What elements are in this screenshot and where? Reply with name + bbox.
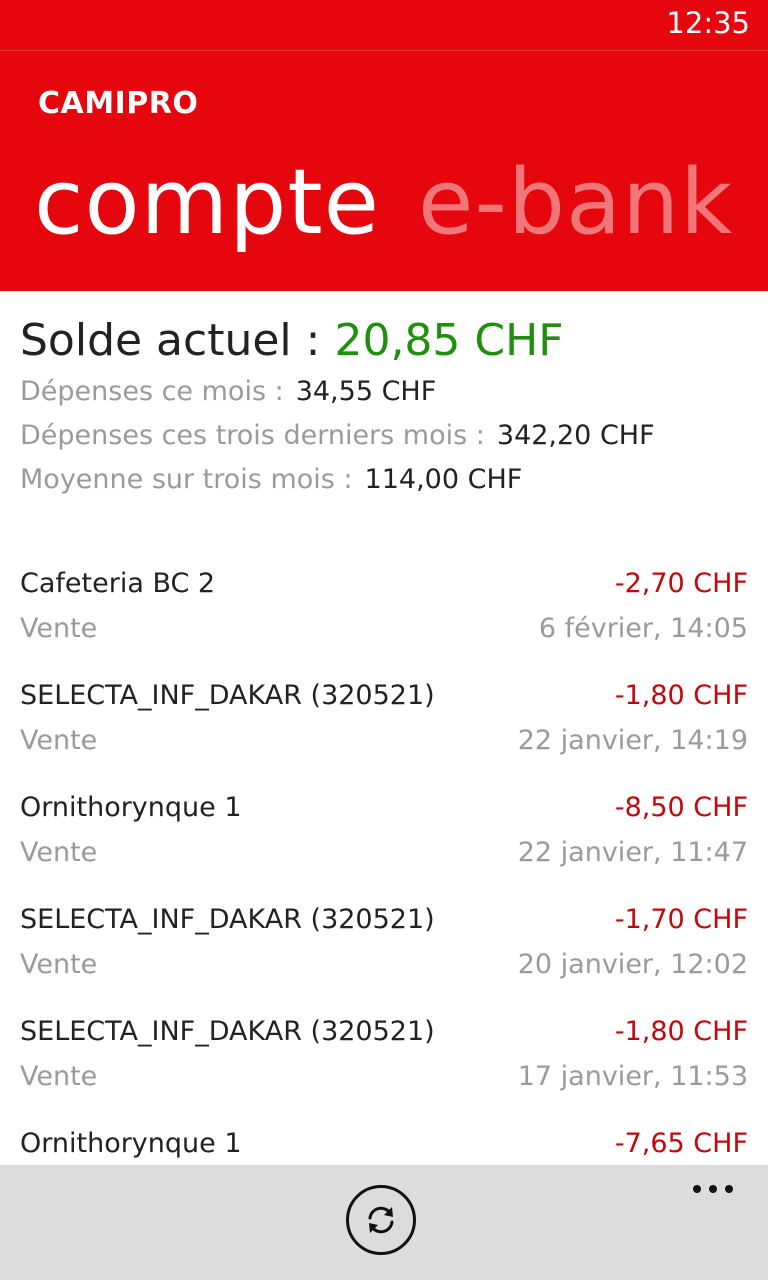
status-time: 12:35 bbox=[666, 6, 750, 40]
transaction-list: Cafeteria BC 2 -2,70 CHF Vente 6 février… bbox=[20, 562, 748, 1234]
transaction-type: Vente bbox=[20, 725, 98, 756]
transaction-merchant: SELECTA_INF_DAKAR (320521) bbox=[20, 904, 435, 935]
transaction-date: 22 janvier, 11:47 bbox=[517, 837, 748, 868]
transaction-merchant: SELECTA_INF_DAKAR (320521) bbox=[20, 1016, 435, 1047]
stat-three-month-average: Moyenne sur trois mois : 114,00 CHF bbox=[20, 458, 750, 502]
transaction-type: Vente bbox=[20, 1061, 98, 1092]
transaction-amount: -1,80 CHF bbox=[614, 680, 748, 711]
app-bar bbox=[0, 1165, 768, 1280]
transaction-date: 17 janvier, 11:53 bbox=[517, 1061, 748, 1092]
account-summary: Solde actuel : 20,85 CHF Dépenses ce moi… bbox=[20, 312, 750, 502]
transaction-amount: -1,70 CHF bbox=[614, 904, 748, 935]
transaction-type: Vente bbox=[20, 613, 98, 644]
header: 12:35 CAMIPRO compte e-bank bbox=[0, 0, 768, 291]
transaction-amount: -2,70 CHF bbox=[614, 568, 748, 599]
stat-month-spending: Dépenses ce mois : 34,55 CHF bbox=[20, 370, 750, 414]
more-button[interactable] bbox=[688, 1177, 738, 1201]
refresh-button[interactable] bbox=[346, 1185, 416, 1255]
transaction-item[interactable]: SELECTA_INF_DAKAR (320521) -1,80 CHF Ven… bbox=[20, 674, 748, 786]
transaction-merchant: Ornithorynque 1 bbox=[20, 792, 242, 823]
stat-label: Moyenne sur trois mois : bbox=[20, 464, 353, 495]
transaction-merchant: Cafeteria BC 2 bbox=[20, 568, 216, 599]
balance-label: Solde actuel : bbox=[20, 315, 335, 366]
refresh-icon bbox=[368, 1206, 394, 1234]
transaction-amount: -1,80 CHF bbox=[614, 1016, 748, 1047]
balance-value: 20,85 CHF bbox=[334, 315, 564, 366]
pivot-item-e-bank[interactable]: e-bank bbox=[418, 148, 733, 258]
stat-value: 34,55 CHF bbox=[295, 376, 437, 407]
stat-three-month-spending: Dépenses ces trois derniers mois : 342,20… bbox=[20, 414, 750, 458]
transaction-date: 22 janvier, 14:19 bbox=[517, 725, 748, 756]
transaction-item[interactable]: SELECTA_INF_DAKAR (320521) -1,70 CHF Ven… bbox=[20, 898, 748, 1010]
transaction-type: Vente bbox=[20, 949, 98, 980]
transaction-date: 20 janvier, 12:02 bbox=[517, 949, 748, 980]
transaction-merchant: Ornithorynque 1 bbox=[20, 1128, 242, 1159]
transaction-type: Vente bbox=[20, 837, 98, 868]
stat-label: Dépenses ces trois derniers mois : bbox=[20, 420, 485, 451]
transaction-date: 6 février, 14:05 bbox=[538, 613, 748, 644]
transaction-amount: -7,65 CHF bbox=[614, 1128, 748, 1159]
transaction-item[interactable]: SELECTA_INF_DAKAR (320521) -1,80 CHF Ven… bbox=[20, 1010, 748, 1122]
app-screen: 12:35 CAMIPRO compte e-bank Solde actuel … bbox=[0, 0, 768, 1280]
status-bar: 12:35 bbox=[0, 0, 768, 51]
transaction-item[interactable]: Ornithorynque 1 -8,50 CHF Vente 22 janvi… bbox=[20, 786, 748, 898]
pivot-item-compte[interactable]: compte bbox=[34, 148, 380, 258]
stat-value: 342,20 CHF bbox=[496, 420, 655, 451]
current-balance: Solde actuel : 20,85 CHF bbox=[20, 312, 750, 370]
transaction-merchant: SELECTA_INF_DAKAR (320521) bbox=[20, 680, 435, 711]
stat-label: Dépenses ce mois : bbox=[20, 376, 284, 407]
transaction-item[interactable]: Cafeteria BC 2 -2,70 CHF Vente 6 février… bbox=[20, 562, 748, 674]
app-title: CAMIPRO bbox=[38, 86, 199, 121]
pivot-header: compte e-bank bbox=[34, 148, 733, 258]
stat-value: 114,00 CHF bbox=[364, 464, 523, 495]
transaction-amount: -8,50 CHF bbox=[614, 792, 748, 823]
more-icon bbox=[693, 1185, 733, 1193]
